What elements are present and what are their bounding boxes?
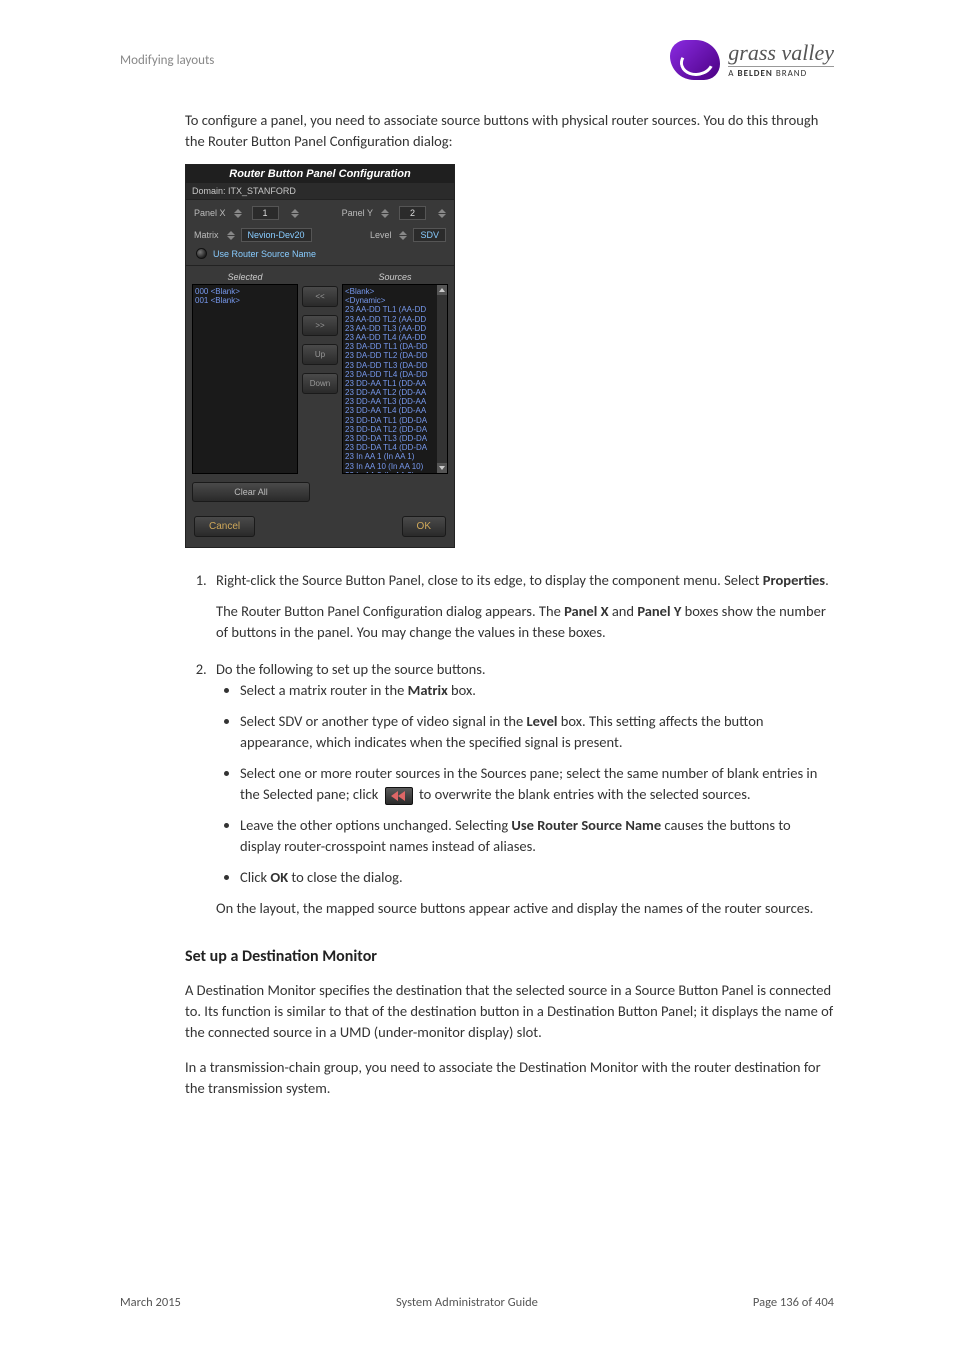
- footer-title: System Administrator Guide: [396, 1295, 538, 1310]
- use-router-checkbox[interactable]: [196, 248, 207, 259]
- panely-label: Panel Y: [342, 208, 373, 218]
- page: Modifying layouts grass valley A BELDEN …: [0, 0, 954, 1350]
- bullet-level: Select SDV or another type of video sign…: [240, 711, 834, 753]
- instruction-list: Right-click the Source Button Panel, clo…: [210, 570, 834, 919]
- list-item[interactable]: 23 DD-DA TL4 (DD-DA: [345, 443, 445, 452]
- list-item[interactable]: 23 DD-AA TL3 (DD-AA: [345, 397, 445, 406]
- section-name: Modifying layouts: [120, 53, 214, 68]
- bullet-sources: Select one or more router sources in the…: [240, 763, 834, 805]
- section-p1: A Destination Monitor specifies the dest…: [185, 980, 834, 1043]
- brand-name: grass valley: [728, 42, 834, 64]
- brand-tagline: A BELDEN BRAND: [728, 66, 834, 78]
- step-2: Do the following to set up the source bu…: [210, 659, 834, 919]
- panelx-spinner[interactable]: [234, 209, 242, 218]
- matrix-spinner[interactable]: [227, 231, 235, 240]
- list-item[interactable]: 23 In AA 10 (In AA 10): [345, 462, 445, 471]
- selected-list[interactable]: 000 <Blank> 001 <Blank>: [192, 284, 298, 474]
- step-1: Right-click the Source Button Panel, clo…: [210, 570, 834, 643]
- list-item[interactable]: 23 DD-DA TL1 (DD-DA: [345, 416, 445, 425]
- panelx-value[interactable]: 1: [252, 206, 279, 220]
- use-router-label: Use Router Source Name: [213, 249, 316, 259]
- list-item[interactable]: 23 DD-DA TL2 (DD-DA: [345, 425, 445, 434]
- list-item[interactable]: <Dynamic>: [345, 296, 445, 305]
- matrix-label: Matrix: [194, 230, 219, 240]
- add-button[interactable]: <<: [302, 286, 338, 307]
- ok-button[interactable]: OK: [402, 516, 446, 537]
- bullet-options: Leave the other options unchanged. Selec…: [240, 815, 834, 857]
- section-p2: In a transmission-chain group, you need …: [185, 1057, 834, 1099]
- list-item[interactable]: 23 In AA 1 (In AA 1): [345, 452, 445, 461]
- domain-label: Domain:: [192, 186, 226, 196]
- selected-header: Selected: [192, 270, 298, 284]
- dialog-domain: Domain: ITX_STANFORD: [186, 183, 454, 200]
- level-select[interactable]: SDV: [413, 228, 446, 242]
- list-item[interactable]: 23 AA-DD TL2 (AA-DD: [345, 315, 445, 324]
- footer-page: Page 136 of 404: [753, 1295, 834, 1310]
- list-item[interactable]: 23 DD-DA TL3 (DD-DA: [345, 434, 445, 443]
- step-1-note: The Router Button Panel Configuration di…: [216, 601, 834, 643]
- scroll-down-icon[interactable]: [437, 463, 447, 473]
- dialog-title: Router Button Panel Configuration: [186, 165, 454, 183]
- panely-spinner2[interactable]: [438, 209, 446, 218]
- scrollbar[interactable]: [437, 285, 447, 473]
- up-button[interactable]: Up: [302, 344, 338, 365]
- domain-value: ITX_STANFORD: [228, 186, 296, 196]
- matrix-select[interactable]: Nevion-Dev20: [241, 228, 312, 242]
- list-item[interactable]: 23 DA-DD TL3 (DA-DD: [345, 361, 445, 370]
- bullet-ok: Click OK to close the dialog.: [240, 867, 834, 888]
- brand-logo: grass valley A BELDEN BRAND: [670, 40, 834, 80]
- panelx-spinner2[interactable]: [291, 209, 299, 218]
- cancel-button[interactable]: Cancel: [194, 516, 255, 537]
- sources-header: Sources: [342, 270, 448, 284]
- list-item[interactable]: 23 AA-DD TL3 (AA-DD: [345, 324, 445, 333]
- list-item[interactable]: 23 AA-DD TL1 (AA-DD: [345, 305, 445, 314]
- list-item[interactable]: 000 <Blank>: [195, 287, 295, 296]
- list-item[interactable]: 23 DA-DD TL1 (DA-DD: [345, 342, 445, 351]
- router-config-dialog: Router Button Panel Configuration Domain…: [185, 164, 455, 548]
- panely-value[interactable]: 2: [399, 206, 426, 220]
- section-title: Set up a Destination Monitor: [185, 947, 834, 966]
- panelx-label: Panel X: [194, 208, 226, 218]
- level-spinner[interactable]: [399, 231, 407, 240]
- clear-all-button[interactable]: Clear All: [192, 482, 310, 502]
- panely-spinner[interactable]: [381, 209, 389, 218]
- list-item[interactable]: 23 DD-AA TL4 (DD-AA: [345, 406, 445, 415]
- list-item[interactable]: 23 DA-DD TL4 (DA-DD: [345, 370, 445, 379]
- page-header: Modifying layouts grass valley A BELDEN …: [120, 40, 834, 80]
- bullet-matrix: Select a matrix router in the Matrix box…: [240, 680, 834, 701]
- list-item[interactable]: 23 AA-DD TL4 (AA-DD: [345, 333, 445, 342]
- list-item[interactable]: 23 In AA 2 (In AA 2): [345, 471, 445, 474]
- scroll-up-icon[interactable]: [437, 285, 447, 295]
- logo-mark-icon: [670, 40, 720, 80]
- remove-button[interactable]: >>: [302, 315, 338, 336]
- list-item[interactable]: 23 DD-AA TL2 (DD-AA: [345, 388, 445, 397]
- list-item[interactable]: 23 DD-AA TL1 (DD-AA: [345, 379, 445, 388]
- move-left-icon: [385, 787, 413, 805]
- sources-list[interactable]: <Blank><Dynamic>23 AA-DD TL1 (AA-DD23 AA…: [342, 284, 448, 474]
- down-button[interactable]: Down: [302, 373, 338, 394]
- intro-paragraph: To configure a panel, you need to associ…: [185, 110, 834, 152]
- list-item[interactable]: <Blank>: [345, 287, 445, 296]
- step-2-result: On the layout, the mapped source buttons…: [216, 898, 834, 919]
- footer-date: March 2015: [120, 1295, 181, 1310]
- page-footer: March 2015 System Administrator Guide Pa…: [120, 1295, 834, 1310]
- list-item[interactable]: 001 <Blank>: [195, 296, 295, 305]
- level-label: Level: [370, 230, 392, 240]
- list-item[interactable]: 23 DA-DD TL2 (DA-DD: [345, 351, 445, 360]
